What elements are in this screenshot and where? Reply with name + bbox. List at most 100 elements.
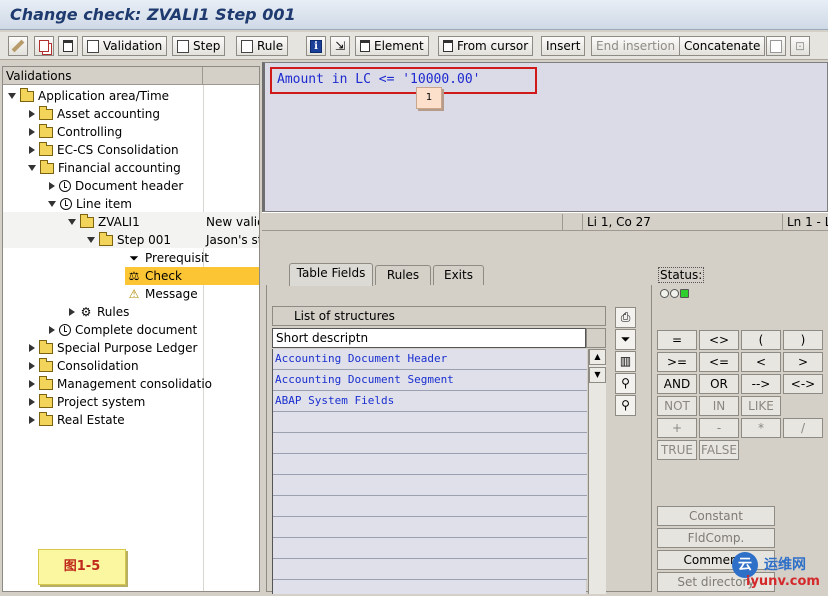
folder-icon [39, 141, 53, 156]
list-item[interactable] [273, 559, 587, 580]
find-next-button[interactable]: ⚲ [615, 395, 636, 416]
tree-node-application-area[interactable]: Application area/Time [8, 87, 169, 105]
light-off-icon [660, 289, 669, 298]
print-button[interactable]: ⎙ [615, 307, 636, 328]
document-icon [87, 39, 99, 53]
delete-button[interactable] [58, 36, 78, 56]
tab-rules[interactable]: Rules [375, 265, 431, 285]
expand-icon[interactable] [29, 128, 35, 136]
list-item[interactable] [273, 538, 587, 559]
new-rule-label: Rule [257, 39, 284, 53]
tree-node-consolidation[interactable]: Consolidation [29, 357, 139, 375]
tree-node-complete-document[interactable]: Complete document [49, 321, 197, 339]
expand-icon[interactable] [69, 308, 75, 316]
new-step-button[interactable]: Step [172, 36, 226, 56]
folder-icon [39, 339, 53, 354]
tree-node-project-system[interactable]: Project system [29, 393, 145, 411]
cursor-position: Li 1, Co 27 [582, 214, 782, 230]
collapse-icon[interactable] [68, 219, 76, 225]
list-item[interactable] [273, 517, 587, 538]
tree-node-financial-accounting[interactable]: Financial accounting [28, 159, 181, 177]
tree-node-special-purpose-ledger[interactable]: Special Purpose Ledger [29, 339, 197, 357]
expand-icon[interactable] [29, 416, 35, 424]
expand-icon[interactable] [29, 146, 35, 154]
expand-icon[interactable] [29, 380, 35, 388]
list-item[interactable]: Accounting Document Header [273, 349, 587, 370]
op-and[interactable]: AND [657, 374, 697, 394]
list-item[interactable] [273, 412, 587, 433]
op-equivalent[interactable]: <-> [783, 374, 823, 394]
binoculars-icon: ⚲ [621, 376, 630, 390]
tree-node-message[interactable]: ⚠ Message [127, 285, 198, 303]
list-scrollbar[interactable]: ▲ ▼ [588, 349, 606, 594]
new-validation-label: Validation [103, 39, 163, 53]
rules-icon: ⚙ [80, 305, 92, 319]
copy-button[interactable] [34, 36, 54, 56]
info-button[interactable]: i [306, 36, 326, 56]
insert-label: Insert [546, 39, 581, 53]
tree-node-asset-accounting[interactable]: Asset accounting [29, 105, 160, 123]
op-open-paren[interactable]: ( [741, 330, 781, 350]
list-item[interactable]: ABAP System Fields [273, 391, 587, 412]
concatenate-label: Concatenate [684, 39, 761, 53]
expand-icon[interactable] [29, 344, 35, 352]
tree-node-real-estate[interactable]: Real Estate [29, 411, 125, 429]
expand-icon[interactable] [49, 182, 55, 190]
layout-button[interactable]: ▥ [615, 351, 636, 372]
tree-node-management-consolidation[interactable]: Management consolidatio [29, 375, 212, 393]
tree-node-document-header[interactable]: Document header [49, 177, 183, 195]
light-off-icon [670, 289, 679, 298]
list-item[interactable] [273, 496, 587, 517]
op-or[interactable]: OR [699, 374, 739, 394]
op-multiply: * [741, 418, 781, 438]
tree-node-step-001[interactable]: Step 001 [87, 231, 171, 249]
op-close-paren[interactable]: ) [783, 330, 823, 350]
op-true: TRUE [657, 440, 697, 460]
expand-icon[interactable] [49, 326, 55, 334]
delete-element-button[interactable]: Element [355, 36, 429, 56]
tree-node-rules[interactable]: ⚙ Rules [69, 303, 129, 321]
scroll-up-button[interactable]: ▲ [589, 349, 606, 365]
new-rule-button[interactable]: Rule [236, 36, 289, 56]
tab-exits[interactable]: Exits [433, 265, 484, 285]
expand-icon[interactable] [29, 110, 35, 118]
tree-node-label: Step 001 [117, 233, 172, 247]
find-button[interactable]: ⚲ [615, 373, 636, 394]
list-column-header[interactable]: Short descriptn [272, 328, 586, 348]
collapse-icon[interactable] [48, 201, 56, 207]
expand-icon[interactable] [29, 398, 35, 406]
new-validation-button[interactable]: Validation [82, 36, 168, 56]
clock-icon [59, 180, 71, 192]
tree-node-zvali1[interactable]: ZVALI1 [68, 213, 140, 231]
insert-button[interactable]: Insert [541, 36, 586, 56]
list-item[interactable]: Accounting Document Segment [273, 370, 587, 391]
tree-node-line-item[interactable]: Line item [48, 195, 132, 213]
lock-button: ⊡ [790, 36, 810, 56]
transport-button[interactable]: ⇲ [330, 36, 350, 56]
op-greater[interactable]: > [783, 352, 823, 372]
scroll-down-button[interactable]: ▼ [589, 367, 606, 383]
edit-pencil-button[interactable] [8, 36, 28, 56]
op-less-equal[interactable]: <= [699, 352, 739, 372]
list-item[interactable] [273, 475, 587, 496]
application-toolbar: Validation Step Rule i ⇲ Element From cu… [0, 32, 828, 60]
collapse-icon[interactable] [28, 165, 36, 171]
tree-node-ec-cs-consolidation[interactable]: EC-CS Consolidation [29, 141, 179, 159]
concatenate-button[interactable]: Concatenate [679, 36, 766, 56]
op-less[interactable]: < [741, 352, 781, 372]
delete-from-cursor-button[interactable]: From cursor [438, 36, 534, 56]
op-greater-equal[interactable]: >= [657, 352, 697, 372]
collapse-icon[interactable] [87, 237, 95, 243]
op-equal[interactable]: = [657, 330, 697, 350]
expand-icon[interactable] [29, 362, 35, 370]
op-implies[interactable]: --> [741, 374, 781, 394]
tree-node-controlling[interactable]: Controlling [29, 123, 122, 141]
op-in: IN [699, 396, 739, 416]
collapse-icon[interactable] [8, 93, 16, 99]
filter-button[interactable]: ⏷ [615, 329, 636, 350]
tab-table-fields[interactable]: Table Fields [289, 263, 373, 286]
op-not-equal[interactable]: <> [699, 330, 739, 350]
list-item[interactable] [273, 433, 587, 454]
list-item[interactable] [273, 454, 587, 475]
op-divide: / [783, 418, 823, 438]
